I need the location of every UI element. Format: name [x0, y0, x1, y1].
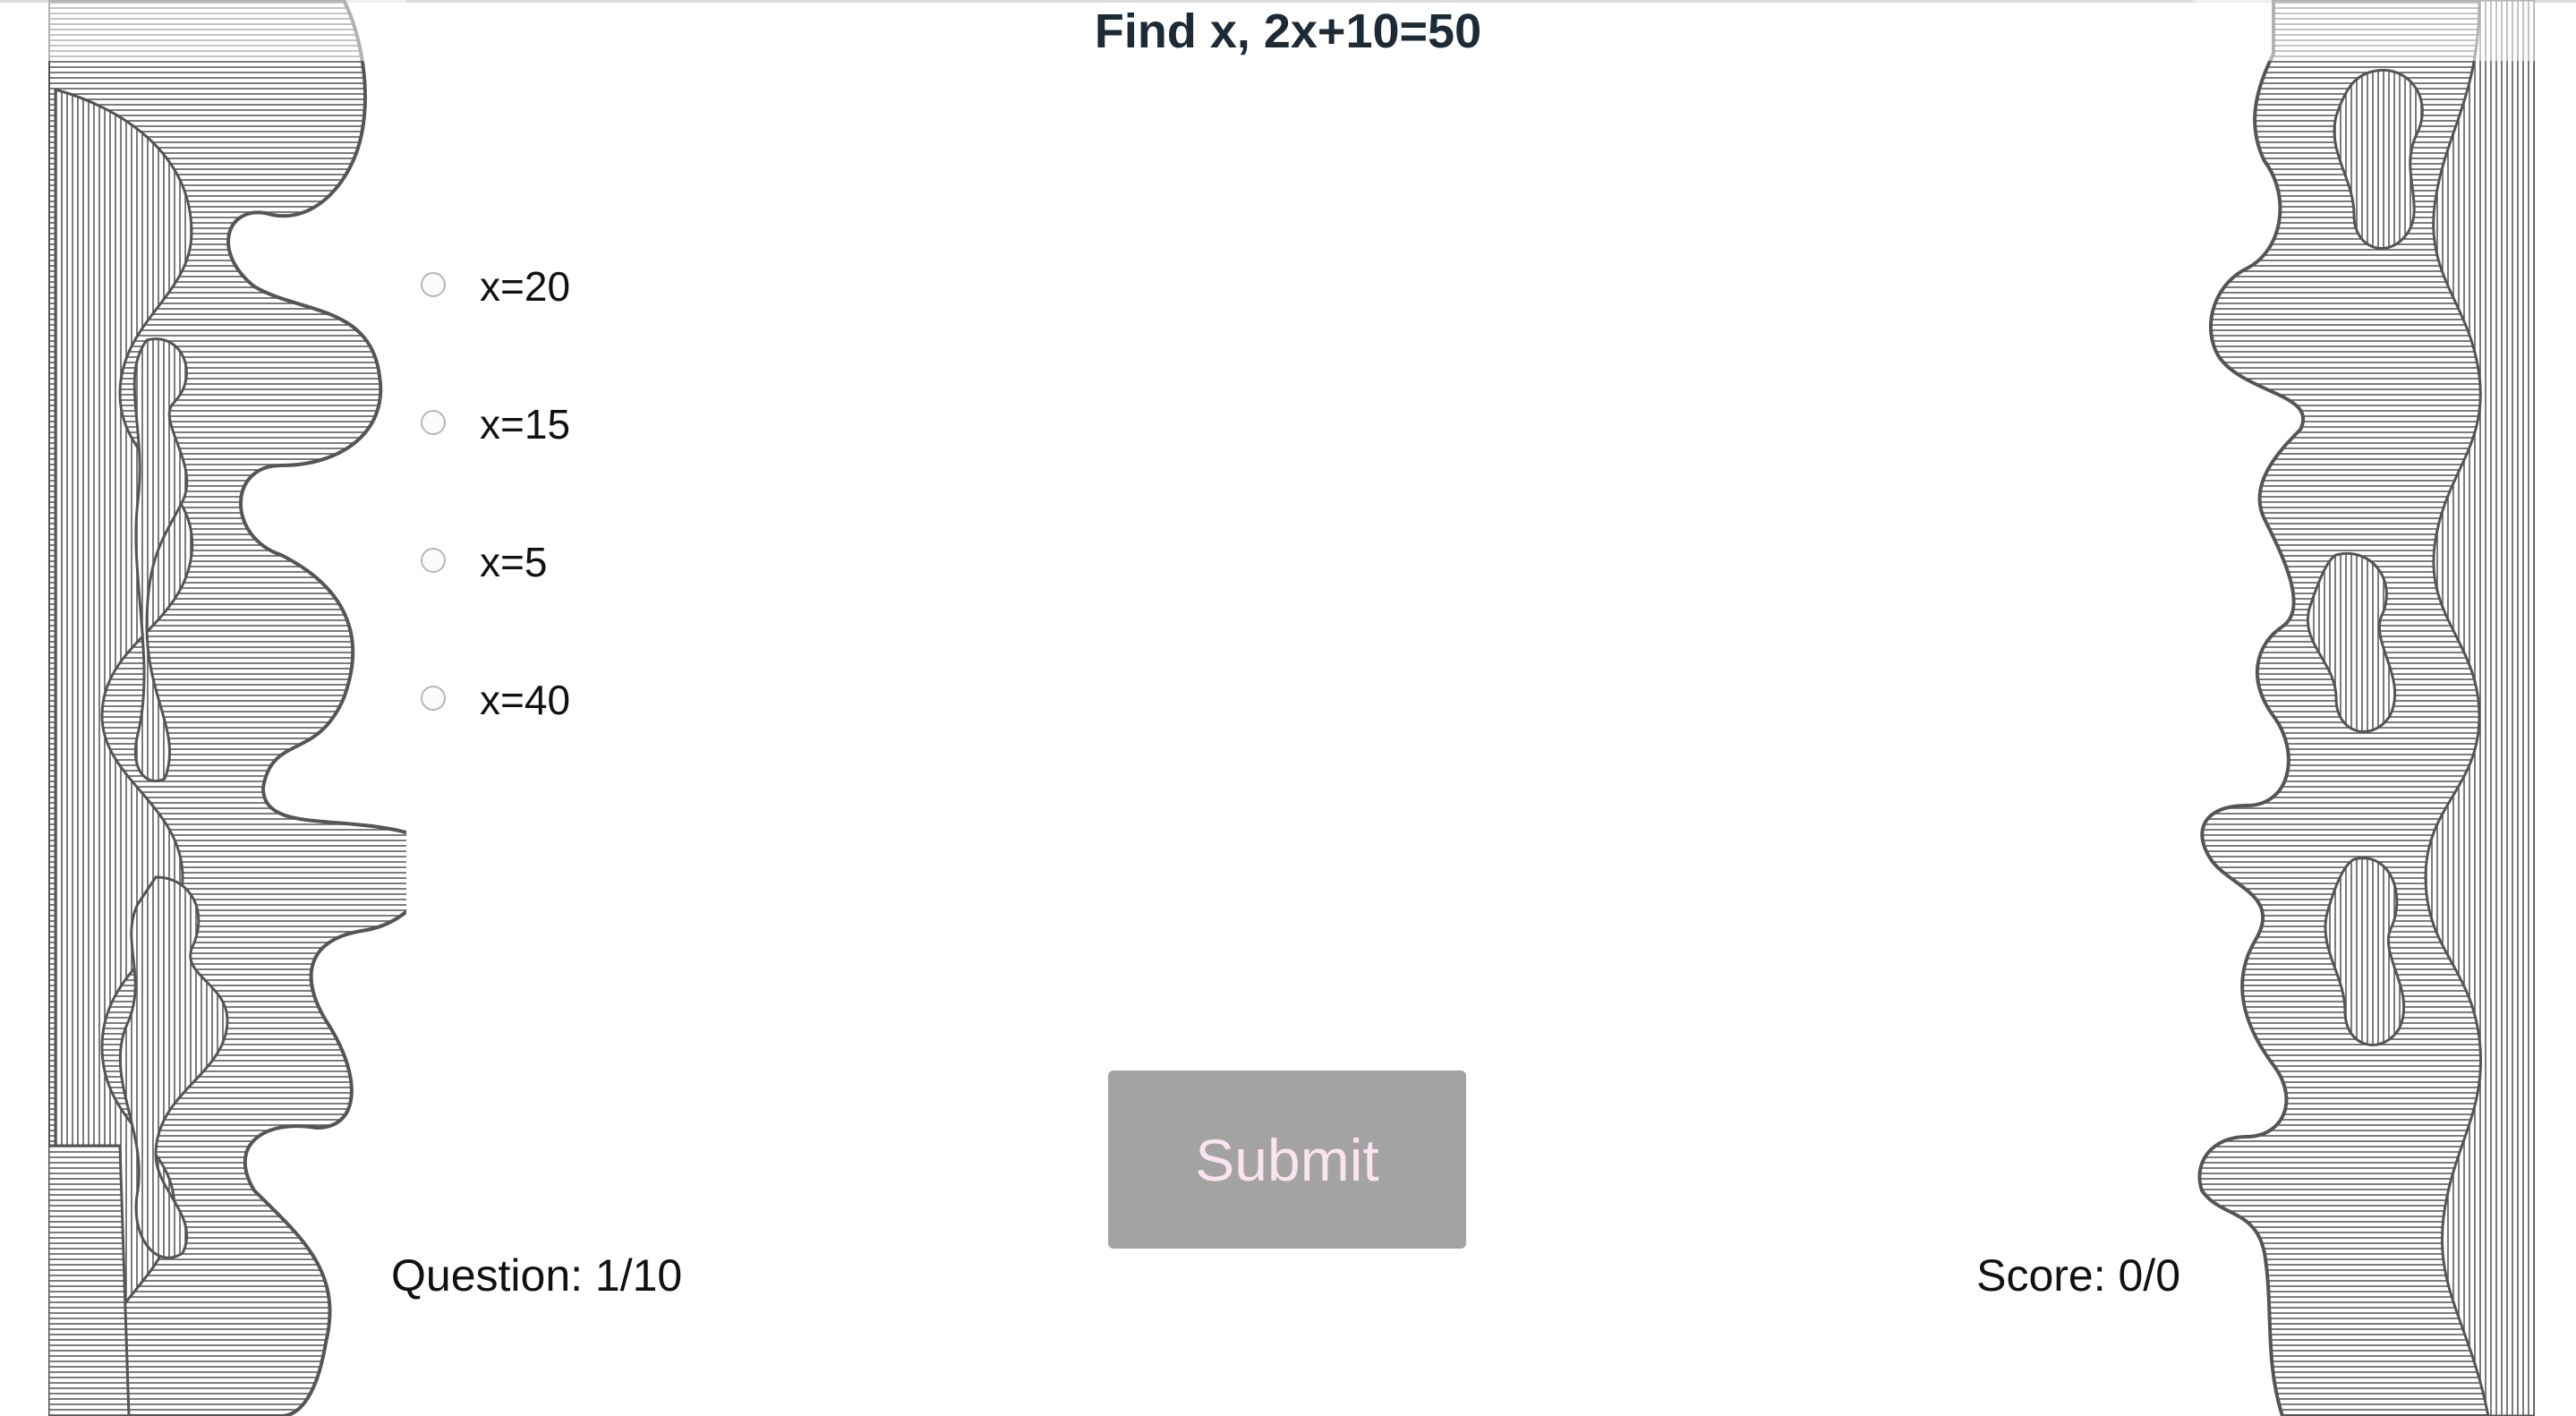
question-counter: Question: 1/10 — [391, 1250, 683, 1301]
answer-option[interactable]: x=40 — [421, 664, 570, 802]
quiz-page: Find x, 2x+10=50 x=20 x=15 x=5 x=40 Subm… — [0, 0, 2576, 1416]
radio-button[interactable] — [421, 272, 446, 297]
answer-options: x=20 x=15 x=5 x=40 — [421, 251, 570, 802]
submit-button[interactable]: Submit — [1108, 1071, 1466, 1249]
answer-option[interactable]: x=5 — [421, 526, 570, 664]
answer-label[interactable]: x=15 — [480, 388, 570, 460]
answer-label[interactable]: x=5 — [480, 526, 547, 598]
left-puzzle-image — [48, 0, 406, 1416]
answer-option[interactable]: x=20 — [421, 251, 570, 388]
radio-button[interactable] — [421, 548, 446, 573]
question-title: Find x, 2x+10=50 — [1094, 4, 1482, 58]
radio-button[interactable] — [421, 686, 446, 711]
answer-label[interactable]: x=40 — [480, 664, 570, 736]
answer-label[interactable]: x=20 — [480, 251, 570, 322]
score-display: Score: 0/0 — [1976, 1250, 2180, 1301]
radio-button[interactable] — [421, 410, 446, 435]
right-puzzle-image — [2197, 0, 2535, 1416]
right-puzzle-border — [2193, 0, 2535, 1416]
left-puzzle-border — [48, 0, 406, 1416]
answer-option[interactable]: x=15 — [421, 388, 570, 526]
